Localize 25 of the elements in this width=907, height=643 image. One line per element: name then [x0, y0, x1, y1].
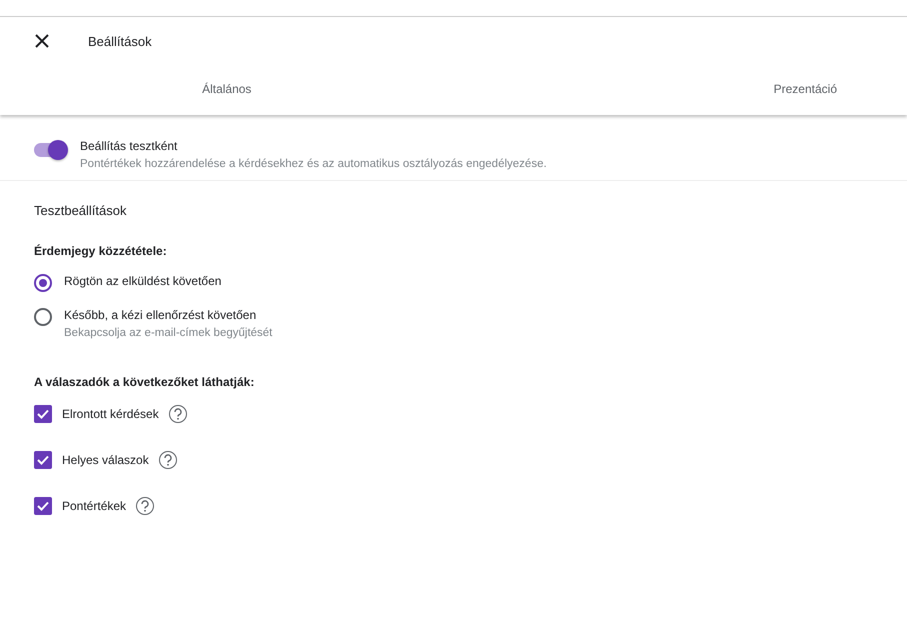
- radio-button[interactable]: [34, 274, 52, 292]
- option-label: Elrontott kérdések: [62, 407, 159, 421]
- group-heading: Érdemjegy közzététele:: [34, 244, 168, 258]
- section-title: Tesztbeállítások: [34, 203, 128, 218]
- option-label: Később, a kézi ellenőrzést követően: [64, 308, 258, 322]
- checkbox[interactable]: [34, 497, 52, 515]
- checkbox[interactable]: [34, 451, 52, 469]
- tab[interactable]: Prezentáció: [454, 63, 907, 115]
- option-hint: Bekapcsolja az e-mail-címek begyűjtését: [64, 327, 272, 339]
- close-icon: [34, 33, 50, 49]
- close-button[interactable]: [34, 33, 50, 49]
- group-heading: A válaszadók a következőket láthatják:: [34, 375, 256, 389]
- help-icon[interactable]: [168, 405, 187, 423]
- dialog-title: Beállítások: [88, 34, 152, 48]
- help-icon[interactable]: [158, 451, 177, 469]
- switch-description: Pontértékek hozzárendelése a kérdésekhez és az automatikus osztályozás engedélyezése.: [80, 158, 547, 170]
- tab[interactable]: Általános: [0, 63, 454, 115]
- option-label: Rögtön az elküldést követően: [64, 274, 222, 288]
- option-label: Pontértékek: [62, 499, 126, 513]
- option-label: Helyes válaszok: [62, 453, 149, 467]
- help-icon[interactable]: [136, 497, 154, 515]
- radio-button[interactable]: [34, 308, 52, 326]
- quiz-switch[interactable]: [34, 143, 66, 157]
- checkbox[interactable]: [34, 405, 52, 423]
- switch-label: Beállítás tesztként: [80, 139, 178, 153]
